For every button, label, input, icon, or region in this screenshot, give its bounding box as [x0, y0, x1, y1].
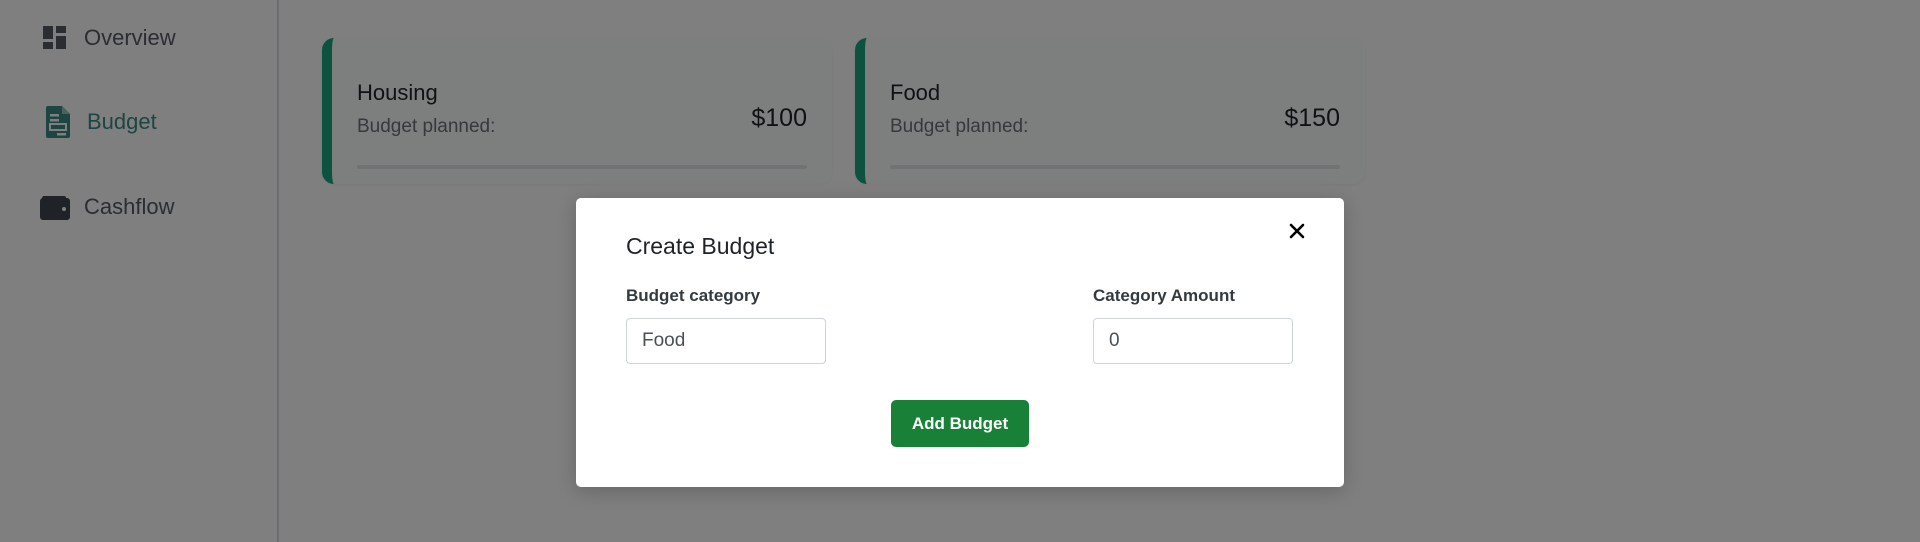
modal-title: Create Budget — [626, 233, 775, 259]
add-budget-button[interactable]: Add Budget — [891, 400, 1029, 447]
close-button[interactable] — [1282, 218, 1312, 248]
budget-category-label: Budget category — [626, 286, 761, 305]
app: Overview Budget — [0, 0, 1920, 542]
budget-category-input[interactable] — [626, 318, 826, 364]
close-icon — [1289, 223, 1305, 244]
create-budget-modal: Create Budget Budget category Category A… — [576, 198, 1344, 487]
category-amount-input[interactable] — [1093, 318, 1293, 364]
category-amount-label: Category Amount — [1093, 286, 1235, 305]
